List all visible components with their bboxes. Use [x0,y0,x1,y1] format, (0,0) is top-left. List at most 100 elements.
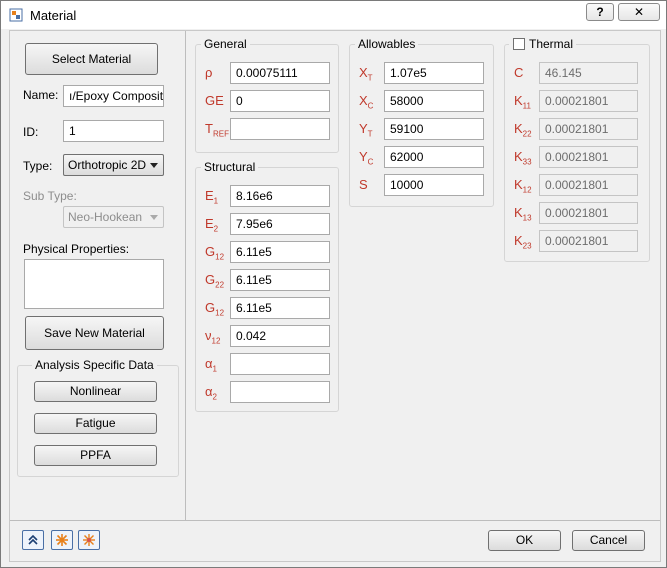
thermal-value-input[interactable]: 0.00021801 [539,90,638,112]
allowables-value-input[interactable]: 1.07e5 [384,62,484,84]
general-symbol-text: ρ [205,65,213,80]
thermal-symbol: C [514,65,523,80]
double-chevron-up-icon[interactable] [22,530,44,550]
id-input[interactable]: 1 [63,120,164,142]
thermal-value-input[interactable]: 0.00021801 [539,146,638,168]
structural-group: Structural E1 8.16e6 E2 7.95e6 G12 6.11e5 G22 6… [195,160,339,412]
structural-symbol-text: G [205,244,216,259]
structural-symbol-subscript: 1 [212,364,217,374]
structural-symbol: E2 [205,216,218,234]
allowables-symbol: YT [359,121,373,139]
thermal-checkbox[interactable] [513,38,525,50]
structural-value-input[interactable]: 8.16e6 [230,185,330,207]
thermal-symbol-text: K [514,93,523,108]
allowables-symbol: XC [359,93,373,111]
structural-symbol-text: G [205,272,216,287]
general-symbol-text: T [205,121,213,136]
nonlinear-button[interactable]: Nonlinear [34,381,157,402]
structural-symbol-subscript: 12 [211,336,221,346]
thermal-value-input[interactable]: 0.00021801 [539,174,638,196]
ppfa-button[interactable]: PPFA [34,445,157,466]
thermal-symbol-subscript: 22 [522,129,532,139]
id-label: ID: [23,125,39,139]
star-burst-icon[interactable] [51,530,73,550]
structural-symbol: α2 [205,384,217,402]
thermal-value-input[interactable]: 0.00021801 [539,202,638,224]
thermal-symbol-text: K [514,121,523,136]
subtype-label: Sub Type: [23,189,77,203]
general-symbol: TREF [205,121,229,139]
structural-value-input[interactable]: 6.11e5 [230,297,330,319]
thermal-symbol-text: C [514,65,524,80]
cancel-button[interactable]: Cancel [572,530,645,551]
general-value-input[interactable]: 0.00075111 [230,62,330,84]
subtype-select-value: Neo-Hookean [68,210,143,224]
thermal-symbol: K23 [514,233,532,251]
structural-value-input[interactable]: 6.11e5 [230,241,330,263]
structural-symbol-text: E [205,188,214,203]
structural-value-input[interactable] [230,381,330,403]
help-button[interactable]: ? [586,3,614,21]
type-select[interactable]: Orthotropic 2D [63,154,164,176]
structural-symbol-subscript: 1 [213,196,219,206]
structural-symbol-text: E [205,216,214,231]
fatigue-button[interactable]: Fatigue [34,413,157,434]
thermal-value-input[interactable]: 46.145 [539,62,638,84]
general-value-input[interactable]: 0 [230,90,330,112]
structural-symbol-subscript: 12 [215,308,225,318]
allowables-symbol: XT [359,65,373,83]
physical-properties-textarea[interactable] [24,259,164,309]
general-symbol: ρ [205,65,212,80]
analysis-specific-group: Analysis Specific Data Nonlinear Fatigue… [17,358,179,477]
allowables-value-input[interactable]: 10000 [384,174,484,196]
allowables-group: Allowables XT 1.07e5 XC 58000 YT 59100 YC 62000… [349,37,494,207]
thermal-group: Thermal C 46.145 K11 0.00021801 K22 0.0002180… [504,37,650,262]
allowables-symbol-text: S [359,177,368,192]
dialog-body: Select Material Name: ı/Epoxy Composite … [9,30,661,562]
structural-symbol-subscript: 22 [215,280,225,290]
thermal-symbol-subscript: 33 [522,157,532,167]
general-title: General [201,37,250,51]
structural-symbol-text: G [205,300,216,315]
star-burst-icon[interactable] [78,530,100,550]
general-symbol-text: GE [205,93,224,108]
thermal-title-wrap: Thermal [509,37,577,51]
thermal-symbol: K22 [514,121,532,139]
chevron-down-icon [150,163,158,168]
allowables-symbol-text: Y [359,149,368,164]
thermal-value-input[interactable]: 0.00021801 [539,118,638,140]
allowables-symbol: S [359,177,368,192]
allowables-symbol-subscript: C [367,101,374,111]
window-title: Material [30,8,77,23]
allowables-symbol-text: X [359,93,368,108]
structural-symbol: E1 [205,188,218,206]
thermal-symbol-subscript: 23 [522,241,532,251]
thermal-symbol: K12 [514,177,532,195]
allowables-value-input[interactable]: 58000 [384,90,484,112]
name-label: Name: [23,88,59,102]
ok-button[interactable]: OK [488,530,561,551]
structural-symbol-subscript: 12 [215,252,225,262]
select-material-button[interactable]: Select Material [25,43,158,75]
structural-symbol-subscript: 2 [212,392,217,402]
thermal-symbol-subscript: 13 [522,213,532,223]
save-new-material-button[interactable]: Save New Material [25,316,164,350]
name-input[interactable]: ı/Epoxy Composite [63,85,164,107]
allowables-symbol-subscript: C [367,157,374,167]
structural-value-input[interactable]: 7.95e6 [230,213,330,235]
thermal-symbol: K11 [514,93,531,111]
allowables-value-input[interactable]: 59100 [384,118,484,140]
close-button[interactable]: ✕ [618,3,660,21]
vertical-divider [185,31,186,520]
structural-symbol: ν12 [205,328,220,346]
thermal-value-input[interactable]: 0.00021801 [539,230,638,252]
subtype-select[interactable]: Neo-Hookean [63,206,164,228]
structural-value-input[interactable] [230,353,330,375]
allowables-value-input[interactable]: 62000 [384,146,484,168]
structural-value-input[interactable]: 0.042 [230,325,330,347]
thermal-symbol-text: K [514,177,523,192]
thermal-symbol: K33 [514,149,532,167]
structural-value-input[interactable]: 6.11e5 [230,269,330,291]
structural-symbol: G12 [205,244,224,262]
general-value-input[interactable] [230,118,330,140]
